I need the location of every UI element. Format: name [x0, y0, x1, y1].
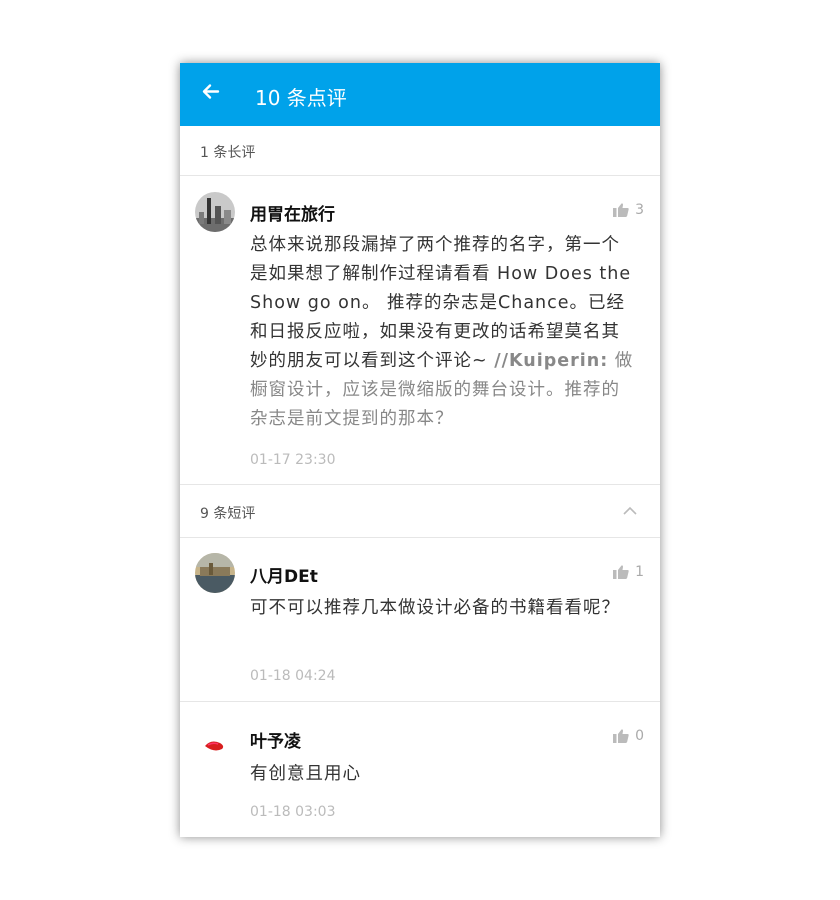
thumbs-up-icon — [613, 729, 629, 743]
arrow-left-icon — [202, 84, 220, 99]
avatar[interactable] — [195, 553, 235, 593]
like-button[interactable]: 1 — [613, 564, 644, 580]
like-count: 1 — [635, 564, 644, 580]
short-comments-header[interactable]: 9 条短评 — [180, 485, 660, 538]
thumbs-up-icon — [613, 565, 629, 579]
comment-author[interactable]: 八月DEt — [250, 562, 318, 587]
comment-text: 可不可以推荐几本做设计必备的书籍看看呢？ — [250, 598, 620, 618]
chevron-up-icon — [623, 506, 637, 515]
thumbs-up-icon — [613, 203, 629, 217]
comment-item: 八月DEt 1 可不可以推荐几本做设计必备的书籍看看呢？ 01-18 04:24 — [180, 538, 660, 702]
comment-item: 叶予凌 0 有创意且用心 01-18 03:03 — [180, 702, 660, 837]
long-comments-label: 1 条长评 — [200, 145, 256, 161]
reply-author: //Kuiperin: — [494, 351, 609, 371]
like-button[interactable]: 0 — [613, 728, 644, 744]
like-button[interactable]: 3 — [613, 202, 644, 218]
comment-text: 有创意且用心 — [250, 764, 361, 784]
short-comments-label: 9 条短评 — [200, 506, 256, 522]
comment-author[interactable]: 叶予凌 — [250, 727, 301, 752]
comment-content: 总体来说那段漏掉了两个推荐的名字，第一个是如果想了解制作过程请看看 How Do… — [250, 231, 634, 434]
avatar[interactable] — [195, 724, 235, 764]
app-screen: 10 条点评 1 条长评 用胃在旅行 3 总体来说那段漏掉了两个推荐的名字，第一… — [180, 63, 660, 837]
page-title: 10 条点评 — [255, 86, 347, 110]
comment-time: 01-18 03:03 — [250, 804, 336, 820]
like-count: 3 — [635, 202, 644, 218]
long-comments-header: 1 条长评 — [180, 126, 660, 176]
comment-item: 用胃在旅行 3 总体来说那段漏掉了两个推荐的名字，第一个是如果想了解制作过程请看… — [180, 176, 660, 485]
like-count: 0 — [635, 728, 644, 744]
avatar[interactable] — [195, 192, 235, 232]
collapse-button[interactable] — [622, 505, 638, 517]
comment-time: 01-17 23:30 — [250, 452, 336, 468]
comment-time: 01-18 04:24 — [250, 668, 336, 684]
app-bar: 10 条点评 — [180, 63, 660, 126]
back-button[interactable] — [196, 77, 226, 107]
comment-author[interactable]: 用胃在旅行 — [250, 200, 335, 225]
